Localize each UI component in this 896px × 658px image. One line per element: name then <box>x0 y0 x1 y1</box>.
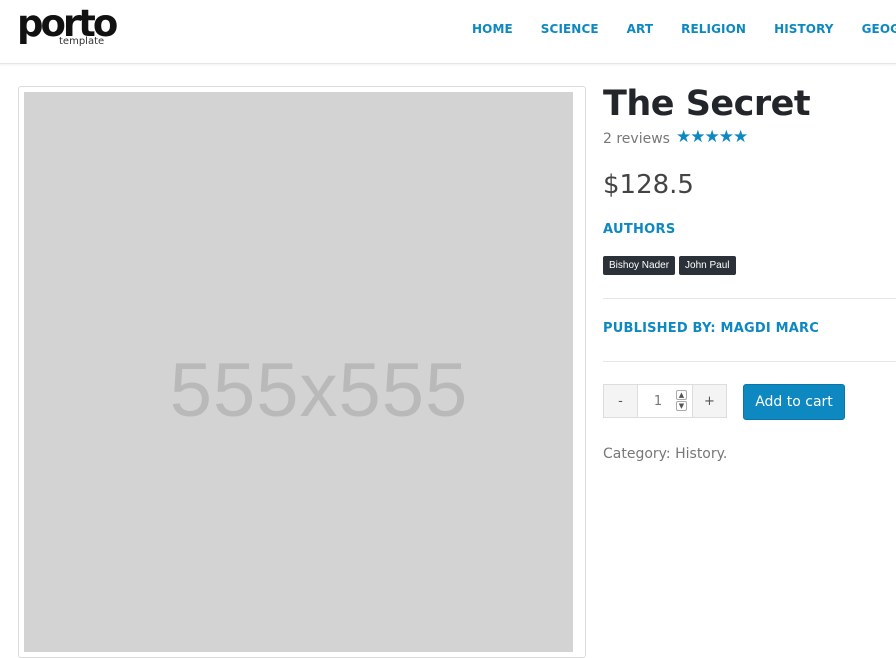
author-tag-john-paul[interactable]: John Paul <box>679 256 736 275</box>
nav-home[interactable]: HOME <box>472 22 513 36</box>
nav-religion[interactable]: RELIGION <box>681 22 746 36</box>
reviews-count-link[interactable]: 2 reviews <box>603 131 670 147</box>
quantity-input[interactable] <box>638 385 678 417</box>
product-image-frame: 555x555 <box>18 86 586 658</box>
publisher-link[interactable]: PUBLISHED BY: MAGDI MARC <box>603 321 819 336</box>
nav-history[interactable]: HISTORY <box>774 22 834 36</box>
product-category: Category: History. <box>603 446 727 462</box>
divider <box>603 298 896 299</box>
porto-logo[interactable]: porto template <box>17 2 118 50</box>
authors-heading: AUTHORS <box>603 222 676 237</box>
quantity-stepper: - ▲ ▼ + <box>603 384 727 418</box>
author-tag-bishoy-nader[interactable]: Bishoy Nader <box>603 256 676 275</box>
spin-down-icon[interactable]: ▼ <box>676 401 687 411</box>
logo-tagline: template <box>59 36 105 47</box>
divider <box>603 361 896 362</box>
rating-stars-icon: ★★★★★ <box>676 127 748 147</box>
add-to-cart-button[interactable]: Add to cart <box>743 384 845 420</box>
quantity-spinner: ▲ ▼ <box>676 390 688 412</box>
category-end: . <box>722 446 728 462</box>
quantity-plus-button[interactable]: + <box>692 384 727 418</box>
product-title: The Secret <box>603 84 811 124</box>
category-link-history[interactable]: History <box>675 446 723 462</box>
placeholder-size-label: 555x555 <box>169 348 469 433</box>
category-label: Category: <box>603 446 676 462</box>
nav-art[interactable]: ART <box>627 22 653 36</box>
site-header: porto template HOME SCIENCE ART RELIGION… <box>0 0 896 64</box>
main-nav: HOME SCIENCE ART RELIGION HISTORY GEOGRA… <box>458 0 896 58</box>
nav-science[interactable]: SCIENCE <box>541 22 599 36</box>
product-image-placeholder[interactable]: 555x555 <box>24 92 573 652</box>
quantity-field-wrap: ▲ ▼ <box>638 384 692 418</box>
product-price: $128.5 <box>603 170 694 200</box>
nav-geography[interactable]: GEOGRAPHY <box>862 22 896 36</box>
spin-up-icon[interactable]: ▲ <box>676 390 687 400</box>
author-tags: Bishoy Nader John Paul <box>603 256 740 275</box>
quantity-minus-button[interactable]: - <box>603 384 638 418</box>
